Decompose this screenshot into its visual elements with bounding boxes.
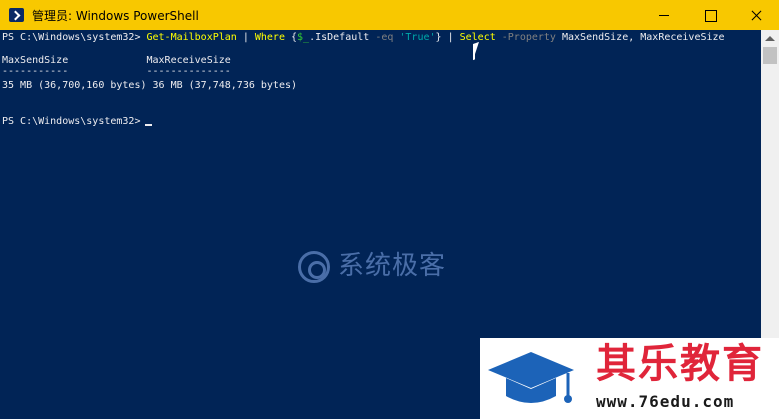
- cmdlet-get-mailboxplan: Get-MailboxPlan: [146, 32, 237, 43]
- property-parameter: -Property: [495, 32, 556, 43]
- prompt-line: PS C:\Windows\system32>: [2, 116, 147, 127]
- pipeline-variable: $_: [297, 32, 310, 43]
- table-row: 35 MB (36,700,160 bytes) 36 MB (37,748,7…: [2, 80, 298, 91]
- powershell-window: 管理员: Windows PowerShell PS C:\Windows\sy…: [0, 0, 779, 419]
- powershell-icon: [9, 8, 24, 22]
- watermark-logo-icon: [298, 251, 330, 283]
- prompt-text: PS C:\Windows\system32>: [2, 32, 147, 43]
- watermark-corner-url: www.76edu.com: [596, 392, 735, 411]
- text-cursor: [145, 124, 152, 126]
- property-args: MaxSendSize, MaxReceiveSize: [555, 32, 725, 43]
- watermark-center-text: 系统极客: [338, 251, 447, 281]
- brace-open: {: [284, 32, 298, 43]
- maximize-icon[interactable]: [687, 0, 733, 30]
- title-bar[interactable]: 管理员: Windows PowerShell: [0, 0, 779, 30]
- mouse-pointer-icon: [473, 41, 479, 61]
- table-underline: ----------- --------------: [2, 66, 231, 77]
- eq-operator: -eq: [375, 32, 394, 43]
- cmdlet-where: Where: [254, 32, 285, 43]
- scroll-up-arrow-icon[interactable]: [765, 36, 775, 41]
- pipe-operator-2: |: [441, 32, 460, 43]
- close-icon[interactable]: [733, 0, 779, 30]
- command-line: PS C:\Windows\system32> Get-MailboxPlan …: [2, 31, 725, 45]
- property-name: .IsDefault: [309, 32, 376, 43]
- watermark-corner-title: 其乐教育: [596, 341, 764, 387]
- watermark-corner: 其乐教育 www.76edu.com: [480, 338, 779, 419]
- pipe-operator: |: [236, 32, 255, 43]
- window-title: 管理员: Windows PowerShell: [32, 9, 199, 23]
- string-literal: 'True': [393, 32, 436, 43]
- scroll-thumb[interactable]: [763, 47, 777, 64]
- watermark-center: 系统极客: [298, 247, 468, 285]
- minimize-icon[interactable]: [641, 0, 687, 30]
- graduation-cap-icon: [488, 352, 574, 403]
